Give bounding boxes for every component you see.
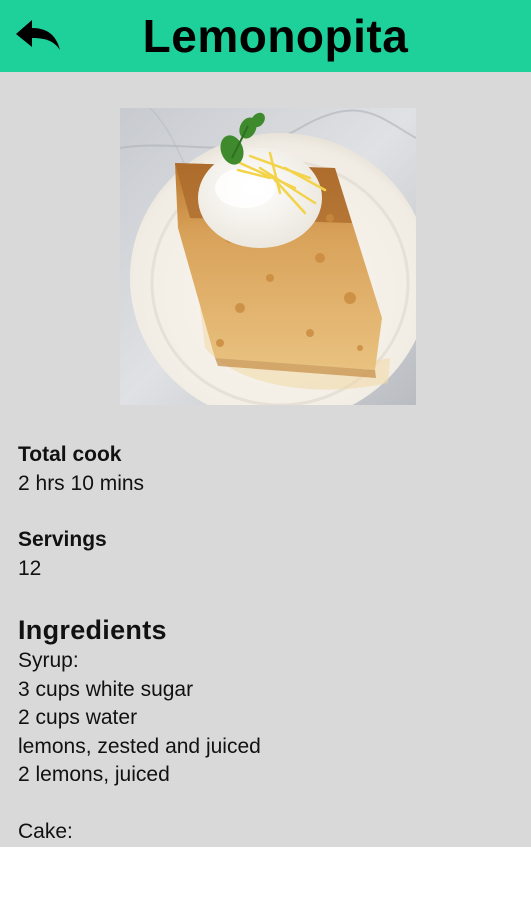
ingredients-heading: Ingredients <box>18 615 167 645</box>
ingredients-list-syrup: Syrup: 3 cups white sugar 2 cups water l… <box>18 647 513 790</box>
ingredient-item: 2 lemons, juiced <box>18 763 170 786</box>
servings-label: Servings <box>18 528 107 551</box>
ingredients-list-cake: Cake: <box>18 818 513 847</box>
app-header: Lemonopita <box>0 0 531 72</box>
page-title: Lemonopita <box>142 10 409 62</box>
ingredient-item: 2 cups water <box>18 706 138 729</box>
ingredient-item: Cake: <box>18 819 73 843</box>
recipe-screen: Lemonopita Total cook 2 hrs 10 mins Serv… <box>0 0 531 847</box>
total-cook-value: 2 hrs 10 mins <box>18 472 145 495</box>
recipe-photo <box>120 108 416 405</box>
ingredient-item: 3 cups white sugar <box>18 677 194 701</box>
ingredient-item: lemons, zested and juiced <box>18 734 261 758</box>
total-cook-label: Total cook <box>18 443 122 466</box>
recipe-details: Total cook 2 hrs 10 mins Servings 12 Ing… <box>18 440 513 846</box>
ingredient-item: Syrup: <box>18 649 79 672</box>
servings-value: 12 <box>18 557 42 580</box>
